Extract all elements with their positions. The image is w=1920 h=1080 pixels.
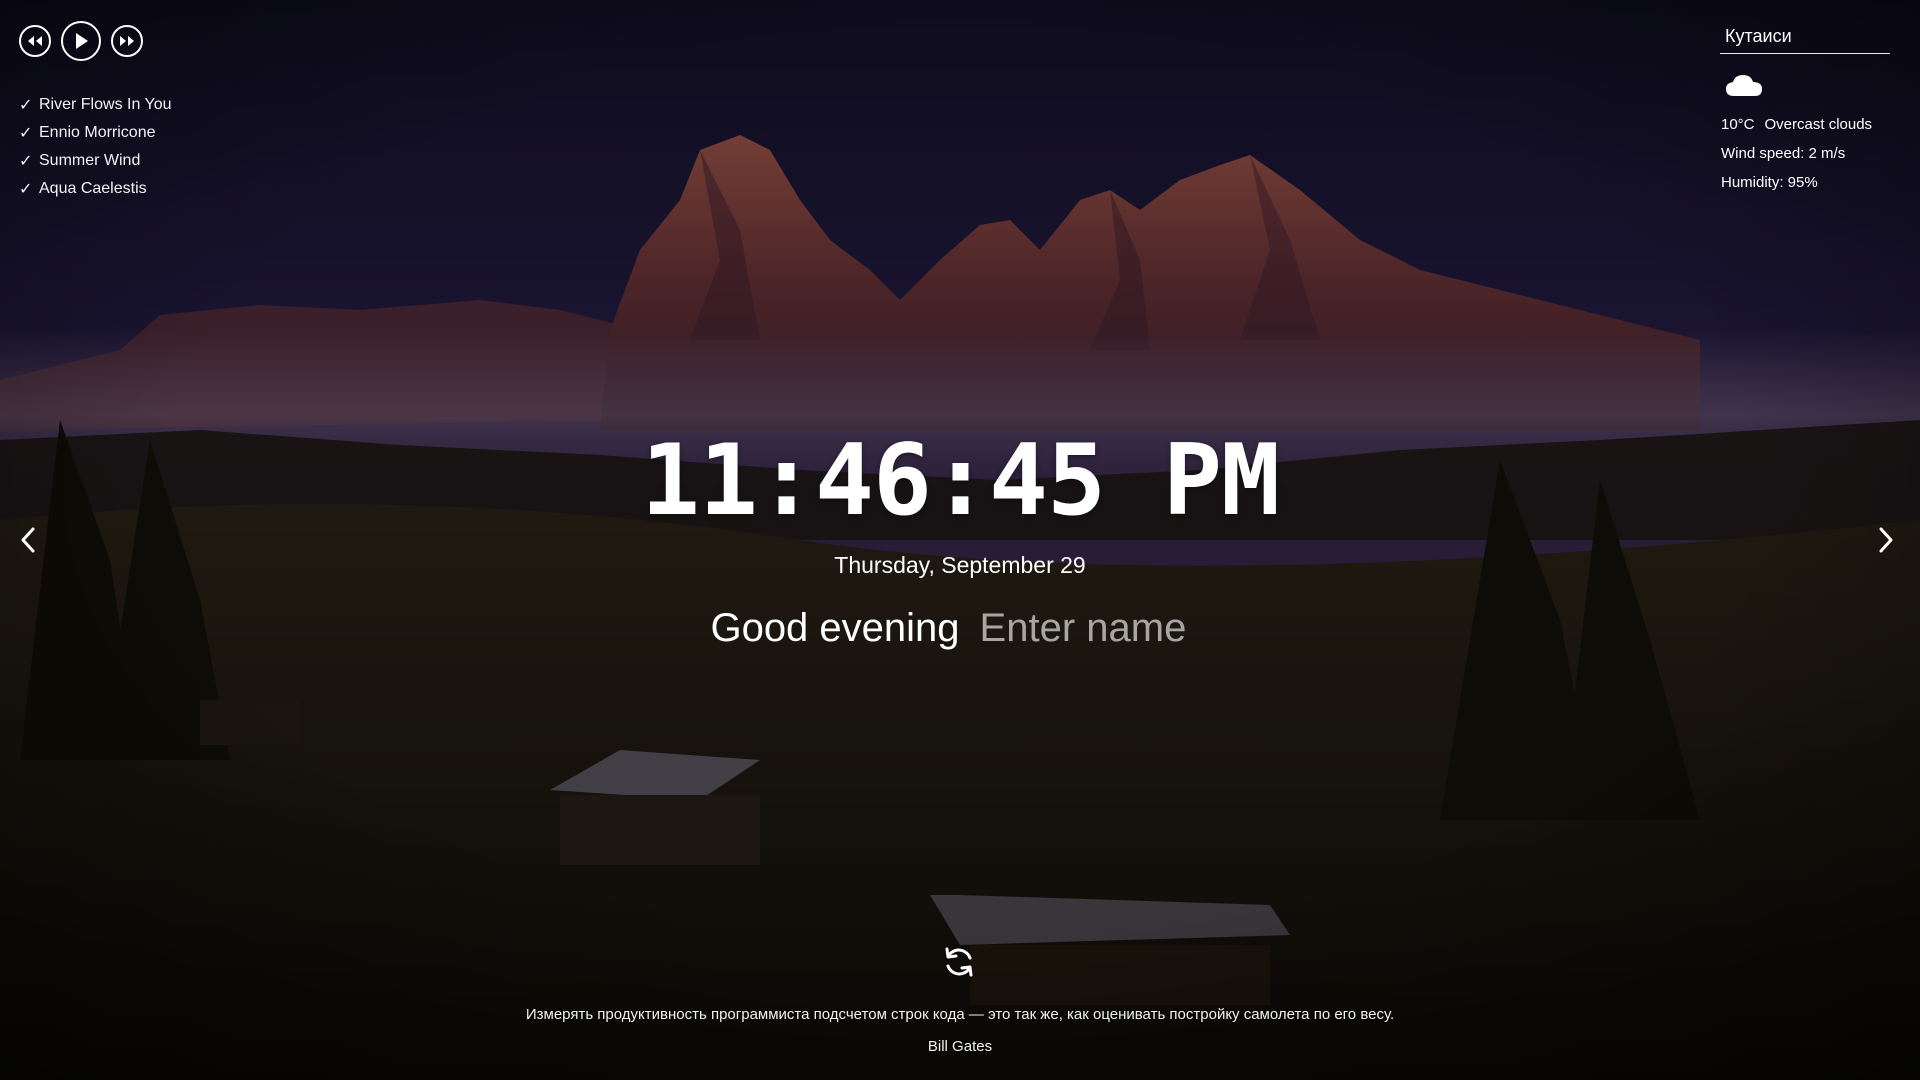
refresh-icon bbox=[945, 947, 973, 977]
fast-forward-icon bbox=[120, 36, 134, 46]
rewind-icon bbox=[28, 36, 42, 46]
weather-widget: Кутаиси 10°C Overcast clouds Wind speed: … bbox=[1720, 24, 1890, 197]
change-quote-button[interactable] bbox=[941, 944, 977, 980]
track-title: Ennio Morricone bbox=[39, 124, 156, 141]
slide-next-button[interactable] bbox=[1870, 524, 1900, 556]
playlist: ✓ River Flows In You ✓ Ennio Morricone ✓… bbox=[19, 91, 172, 203]
weather-temperature-row: 10°C Overcast clouds bbox=[1720, 110, 1890, 139]
chevron-right-icon bbox=[1879, 527, 1893, 553]
next-track-button[interactable] bbox=[111, 25, 143, 57]
clock-time: 11:46:45 PM bbox=[640, 424, 1280, 538]
city-input[interactable]: Кутаиси bbox=[1720, 24, 1890, 54]
previous-track-button[interactable] bbox=[19, 25, 51, 57]
slide-prev-button[interactable] bbox=[14, 524, 44, 556]
greeting-container: Good evening bbox=[0, 606, 1920, 651]
weather-description: Overcast clouds bbox=[1764, 116, 1873, 133]
track-title: Aqua Caelestis bbox=[39, 180, 147, 197]
playlist-item[interactable]: ✓ Summer Wind bbox=[19, 147, 172, 175]
play-button[interactable] bbox=[61, 21, 101, 61]
temperature: 10°C bbox=[1721, 116, 1755, 133]
quote-text: Измерять продуктивность программиста под… bbox=[525, 1006, 1395, 1023]
playlist-item[interactable]: ✓ River Flows In You bbox=[19, 91, 172, 119]
audio-player bbox=[19, 21, 143, 61]
overcast-clouds-icon bbox=[1724, 72, 1890, 104]
background-dim-overlay bbox=[0, 0, 1920, 1080]
track-title: River Flows In You bbox=[39, 96, 172, 113]
check-icon: ✓ bbox=[19, 181, 33, 198]
playlist-item[interactable]: ✓ Ennio Morricone bbox=[19, 119, 172, 147]
greeting-text: Good evening bbox=[710, 606, 960, 650]
humidity: Humidity: 95% bbox=[1721, 174, 1818, 191]
check-icon: ✓ bbox=[19, 97, 33, 114]
play-icon bbox=[76, 33, 88, 49]
check-icon: ✓ bbox=[19, 125, 33, 142]
clock-date: Thursday, September 29 bbox=[834, 552, 1086, 578]
playlist-item[interactable]: ✓ Aqua Caelestis bbox=[19, 175, 172, 203]
wind-speed: Wind speed: 2 m/s bbox=[1721, 145, 1846, 162]
check-icon: ✓ bbox=[19, 153, 33, 170]
quote-author: Bill Gates bbox=[927, 1038, 993, 1055]
name-input[interactable] bbox=[979, 606, 1210, 651]
track-title: Summer Wind bbox=[39, 152, 141, 169]
chevron-left-icon bbox=[21, 527, 35, 553]
